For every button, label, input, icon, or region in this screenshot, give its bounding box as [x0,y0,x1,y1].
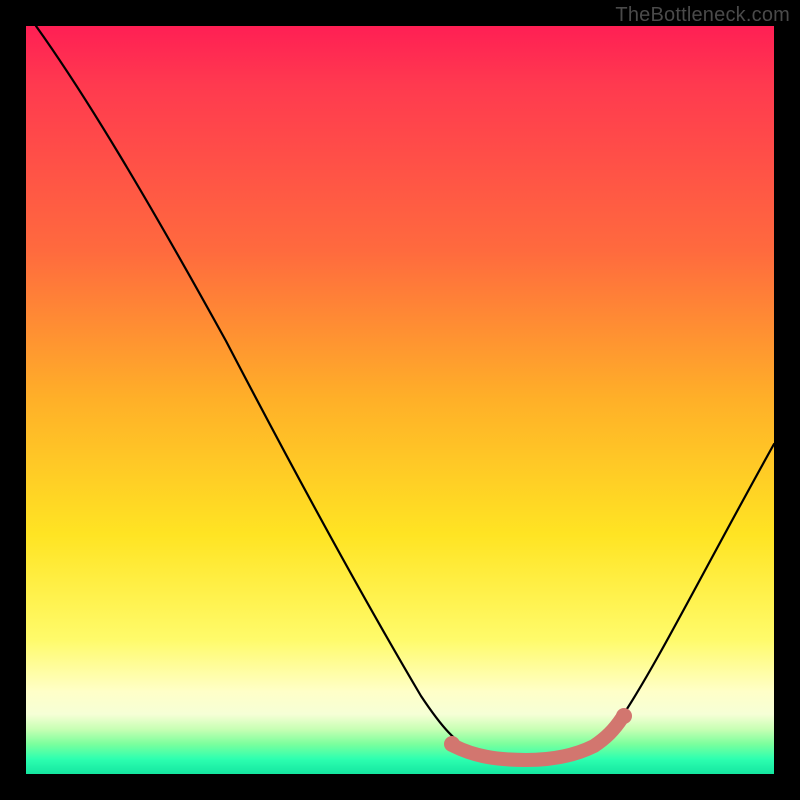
chart-svg [26,26,774,774]
highlight-segment [454,718,622,760]
highlight-start-dot [444,736,460,752]
watermark-text: TheBottleneck.com [615,4,790,27]
highlight-end-dot [616,708,632,724]
chart-frame: TheBottleneck.com [0,0,800,800]
chart-plot-area [26,26,774,774]
bottleneck-curve [36,26,774,760]
